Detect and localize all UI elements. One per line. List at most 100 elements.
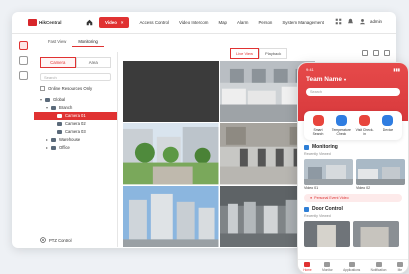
online-only-label: Online Resources Only bbox=[48, 86, 93, 91]
checkbox-box[interactable] bbox=[40, 86, 45, 91]
tab-monitor[interactable]: Monitor bbox=[322, 261, 333, 272]
tree-node-camera-01[interactable]: Camera 01 bbox=[34, 112, 117, 120]
door-control-section: Door Control Recently Viewed bbox=[304, 206, 402, 247]
thumb-label: Video 02 bbox=[356, 186, 371, 190]
thumb-scene bbox=[304, 221, 350, 247]
node-label: Camera 03 bbox=[65, 129, 86, 134]
tree-node-warehouse[interactable]: ▸ Warehouse bbox=[34, 136, 117, 144]
video-tile-courtyard[interactable] bbox=[123, 123, 219, 185]
node-label: Office bbox=[59, 145, 70, 150]
settings-icon[interactable] bbox=[384, 50, 390, 56]
alarm-rail-icon[interactable] bbox=[18, 71, 28, 80]
thumb-scene bbox=[304, 159, 353, 185]
bell-icon[interactable] bbox=[347, 18, 354, 25]
camera-rail-icon[interactable] bbox=[18, 41, 28, 50]
thumb-image bbox=[304, 159, 353, 185]
tab-camera[interactable]: Camera bbox=[40, 57, 76, 68]
nav-video-intercom[interactable]: Video Intercom bbox=[179, 20, 208, 25]
phone-status-bar: 9:41 ▮▮▮ bbox=[306, 67, 400, 72]
mobile-app-phone: 9:41 ▮▮▮ Team Name ▾ Search Smart Search… bbox=[297, 62, 409, 274]
tab-label: Monitor bbox=[322, 267, 333, 272]
quick-actions: Smart Search Temperature Check Visit Che… bbox=[304, 111, 402, 140]
nav-system-management[interactable]: System Management bbox=[282, 20, 324, 25]
thermometer-icon bbox=[335, 115, 347, 126]
monitoring-title[interactable]: Monitoring bbox=[304, 144, 402, 150]
tab-home[interactable]: Home bbox=[303, 261, 312, 272]
door-thumb-1[interactable] bbox=[304, 221, 350, 247]
tab-live-view[interactable]: Live View bbox=[230, 47, 260, 59]
nav-access-control[interactable]: Access Control bbox=[139, 20, 169, 25]
door-control-title[interactable]: Door Control bbox=[304, 206, 402, 212]
thumb-label: Video 01 bbox=[304, 186, 319, 190]
view-subtabs: Fast View Monitoring bbox=[42, 37, 104, 47]
camera-icon bbox=[57, 130, 62, 134]
camera-icon bbox=[57, 122, 62, 126]
layout-icon[interactable] bbox=[362, 50, 368, 56]
playback-rail-icon[interactable] bbox=[18, 56, 28, 65]
tab-fast-view[interactable]: Fast View bbox=[42, 37, 72, 47]
courtyard-scene bbox=[123, 123, 219, 185]
tree-node-camera-02[interactable]: Camera 02 bbox=[34, 120, 117, 128]
video-wall-grid bbox=[123, 61, 315, 247]
quick-device[interactable]: Device bbox=[378, 115, 398, 136]
tab-me[interactable]: Me bbox=[396, 261, 403, 272]
record-icon: ● bbox=[310, 196, 313, 200]
quick-label: Visit Check-in bbox=[355, 128, 374, 136]
ptz-control[interactable]: PTZ Control bbox=[40, 237, 72, 243]
user-icon[interactable] bbox=[359, 18, 366, 25]
home-icon[interactable] bbox=[84, 18, 94, 28]
left-rail bbox=[16, 38, 30, 243]
door-thumb-2[interactable] bbox=[353, 221, 399, 247]
button-label: Personal Event Video bbox=[314, 196, 349, 200]
quick-temperature-check[interactable]: Temperature Check bbox=[331, 115, 351, 136]
tab-monitoring[interactable]: Monitoring bbox=[72, 37, 104, 47]
video-tile-tanks[interactable] bbox=[123, 185, 219, 247]
tab-playback[interactable]: Playback bbox=[259, 47, 288, 59]
tree-node-camera-03[interactable]: Camera 03 bbox=[34, 128, 117, 136]
video-tile-empty[interactable] bbox=[123, 61, 219, 123]
tree-search-input[interactable]: Search bbox=[40, 73, 111, 81]
tab-notification[interactable]: Notification bbox=[371, 261, 386, 272]
tree-node-branch[interactable]: ▾ Branch bbox=[34, 104, 117, 112]
top-navigation-bar: HikCentral Video × Access Control Video I… bbox=[12, 12, 396, 34]
thumb-scene bbox=[353, 221, 399, 247]
folder-icon bbox=[51, 146, 56, 150]
nav-map[interactable]: Map bbox=[218, 20, 227, 25]
thumb-video-02[interactable]: Video 02 bbox=[356, 159, 408, 190]
quick-visit-check-in[interactable]: Visit Check-in bbox=[355, 115, 375, 136]
ptz-label: PTZ Control bbox=[49, 237, 72, 243]
monitoring-icon bbox=[304, 144, 309, 150]
top-right-tools: admin bbox=[330, 18, 382, 25]
tab-area[interactable]: Area bbox=[75, 57, 111, 68]
tab-applications[interactable]: Applications bbox=[343, 261, 361, 272]
personal-event-video-button[interactable]: ● Personal Event Video bbox=[304, 194, 402, 202]
camera-icon bbox=[57, 114, 62, 118]
main-nav: Video × Access Control Video Intercom Map… bbox=[99, 17, 334, 28]
tab-label: Applications bbox=[343, 267, 361, 272]
quick-smart-search[interactable]: Smart Search bbox=[308, 115, 328, 136]
node-label: Global bbox=[53, 97, 66, 102]
nav-person[interactable]: Person bbox=[258, 20, 272, 25]
thumb-image bbox=[356, 159, 405, 185]
nav-alarm[interactable]: Alarm bbox=[237, 20, 248, 25]
thumb-scene bbox=[356, 159, 405, 185]
online-only-checkbox[interactable]: Online Resources Only bbox=[40, 86, 111, 91]
quick-label: Device bbox=[382, 128, 394, 132]
folder-icon bbox=[51, 138, 56, 142]
status-time: 9:41 bbox=[306, 67, 314, 72]
phone-search-input[interactable]: Search bbox=[306, 88, 400, 96]
close-icon[interactable]: × bbox=[121, 20, 124, 25]
fullscreen-icon[interactable] bbox=[373, 50, 379, 56]
tree-node-global[interactable]: ▾ Global bbox=[34, 96, 117, 104]
nav-video[interactable]: Video × bbox=[99, 17, 130, 28]
team-selector[interactable]: Team Name ▾ bbox=[306, 76, 400, 83]
username[interactable]: admin bbox=[370, 19, 382, 24]
view-toolbar: Live View Playback bbox=[122, 46, 396, 60]
tree-node-office[interactable]: ▸ Office bbox=[34, 144, 117, 152]
quick-label: Smart Search bbox=[312, 128, 324, 136]
door-icon bbox=[304, 206, 309, 212]
grid-icon[interactable] bbox=[335, 18, 342, 25]
node-label: Branch bbox=[59, 105, 73, 110]
node-label: Camera 01 bbox=[65, 113, 86, 118]
thumb-video-01[interactable]: Video 01 bbox=[304, 159, 356, 190]
